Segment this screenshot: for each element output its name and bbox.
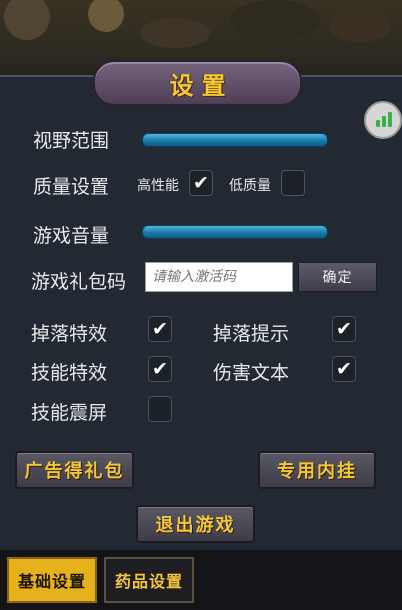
toggle-label-drop-effect: 掉落特效 [31,323,108,345]
volume-slider[interactable] [142,225,328,239]
check-icon: ✔ [152,358,168,380]
exit-game-button[interactable]: 退出游戏 [136,505,255,543]
quality-option-high-label: 高性能 [137,178,179,194]
toggle-label-drop-hint: 掉落提示 [213,323,290,345]
drop-effect-checkbox[interactable]: ✔ [148,316,172,342]
view-range-label: 视野范围 [33,130,110,152]
signal-button[interactable] [364,101,402,139]
skill-effect-checkbox[interactable]: ✔ [148,356,172,382]
toggle-label-skill-effect: 技能特效 [31,362,108,384]
check-icon: ✔ [152,318,168,340]
volume-label: 游戏音量 [33,225,110,247]
toggle-label-damage-text: 伤害文本 [213,362,290,384]
check-icon: ✔ [336,318,352,340]
ad-gift-button[interactable]: 广告得礼包 [15,451,134,489]
view-range-slider[interactable] [142,133,328,147]
screen-shake-checkbox[interactable] [148,396,172,422]
tab-basic-settings[interactable]: 基础设置 [7,557,97,603]
drop-hint-checkbox[interactable]: ✔ [332,316,356,342]
quality-low-checkbox[interactable] [281,170,305,196]
check-icon: ✔ [336,358,352,380]
quality-option-low-label: 低质量 [229,178,271,194]
confirm-button[interactable]: 确定 [298,262,377,292]
quality-high-checkbox[interactable]: ✔ [189,170,213,196]
plugin-button[interactable]: 专用内挂 [258,451,376,489]
gift-code-input[interactable] [145,262,293,292]
panel-title: 设置 [169,71,234,100]
gift-code-label: 游戏礼包码 [31,271,127,293]
toggle-label-screen-shake: 技能震屏 [31,402,108,424]
title-plate: 设置 [93,60,302,106]
tab-potion-settings[interactable]: 药品设置 [104,557,194,603]
quality-label: 质量设置 [33,176,110,198]
check-icon: ✔ [193,172,209,194]
damage-text-checkbox[interactable]: ✔ [332,356,356,382]
